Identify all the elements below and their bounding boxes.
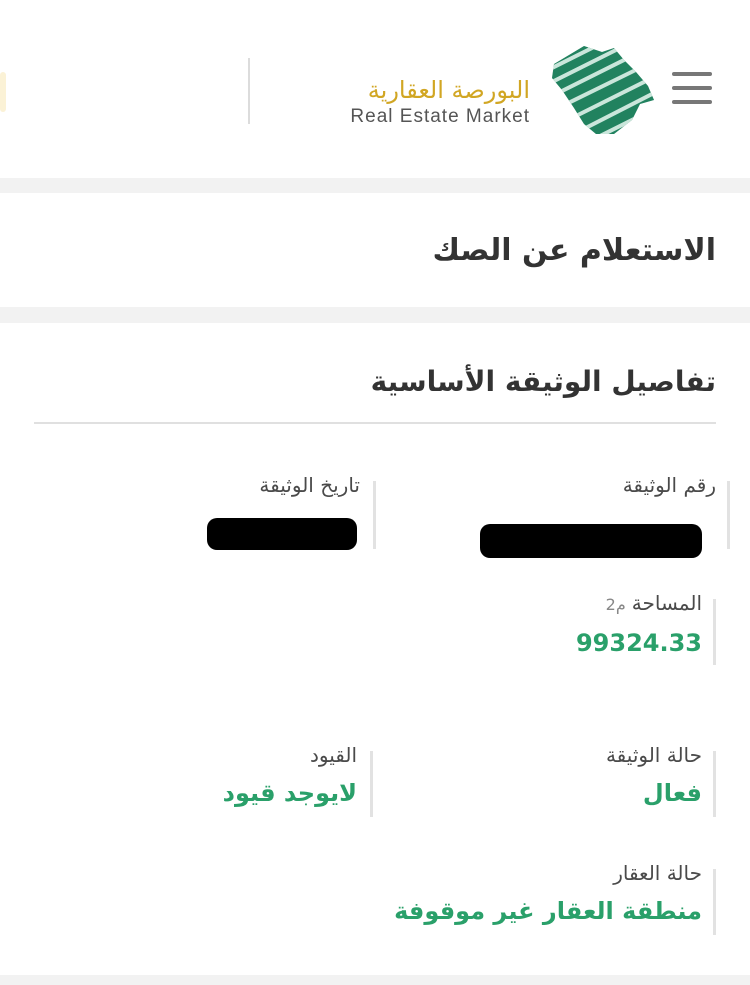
area-label: المساحة — [631, 591, 702, 615]
document-number-label: رقم الوثيقة — [622, 473, 716, 497]
header-left-faded-element — [0, 72, 6, 112]
document-status-label: حالة الوثيقة — [605, 743, 702, 767]
document-status-value: فعال — [642, 779, 702, 807]
page-title-card: الاستعلام عن الصك — [0, 193, 750, 307]
app-header: البورصة العقارية Real Estate Market — [0, 0, 750, 178]
area-unit: م2 — [605, 595, 626, 614]
area-value: 99324.33 — [575, 629, 702, 657]
property-status-value: منطقة العقار غير موقوفة — [394, 897, 702, 925]
field-property-status: حالة العقار منطقة العقار غير موقوفة — [302, 861, 716, 941]
restrictions-value: لايوجد قيود — [222, 779, 357, 807]
section-divider — [34, 422, 716, 424]
field-document-status: حالة الوثيقة فعال — [402, 743, 716, 823]
section-title: تفاصيل الوثيقة الأساسية — [370, 365, 716, 398]
field-restrictions: القيود لايوجد قيود — [77, 743, 373, 823]
document-date-label: تاريخ الوثيقة — [259, 473, 360, 497]
field-area: المساحة م2 99324.33 — [402, 591, 716, 671]
saudi-map-logo-icon — [552, 46, 654, 134]
restrictions-label: القيود — [309, 743, 357, 767]
brand-name-arabic: البورصة العقارية — [367, 76, 530, 104]
bottom-strip — [0, 975, 750, 985]
property-status-label: حالة العقار — [613, 861, 702, 885]
document-details-card: تفاصيل الوثيقة الأساسية رقم الوثيقة تاري… — [0, 323, 750, 975]
menu-icon[interactable] — [672, 72, 714, 106]
document-date-redacted — [207, 518, 357, 550]
header-divider — [248, 58, 250, 124]
page-title: الاستعلام عن الصك — [432, 233, 717, 268]
brand-name-english: Real Estate Market — [350, 106, 530, 127]
area-label-row: المساحة م2 — [402, 591, 702, 615]
document-number-redacted — [480, 524, 702, 558]
